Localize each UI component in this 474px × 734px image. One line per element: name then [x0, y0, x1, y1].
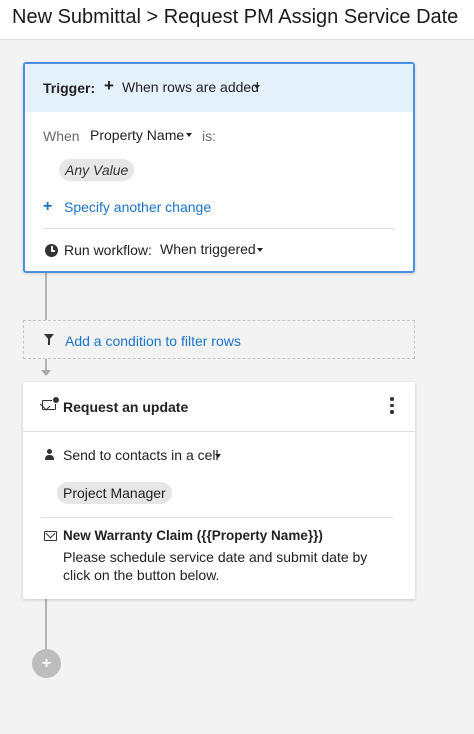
add-step-button[interactable]: +	[32, 649, 61, 678]
connector-arrow-icon	[41, 370, 51, 376]
run-workflow-label: Run workflow:	[64, 242, 152, 258]
action-card[interactable]: Request an update Send to contacts in a …	[23, 382, 415, 599]
filter-icon	[44, 334, 54, 345]
plus-icon: +	[104, 76, 114, 95]
field-dropdown[interactable]: Property Name	[90, 127, 184, 143]
divider	[43, 228, 395, 229]
divider	[41, 517, 393, 518]
chevron-down-icon[interactable]	[186, 133, 192, 137]
clock-icon	[45, 244, 58, 257]
chevron-down-icon[interactable]	[257, 248, 263, 252]
when-label: When	[43, 128, 80, 144]
kebab-menu-icon[interactable]	[390, 397, 394, 415]
trigger-event-dropdown[interactable]: When rows are added	[122, 79, 259, 95]
divider	[23, 431, 415, 432]
add-condition-box[interactable]: Add a condition to filter rows	[23, 320, 415, 359]
connector-line	[45, 599, 47, 649]
mail-icon	[44, 531, 57, 541]
add-condition-link[interactable]: Add a condition to filter rows	[65, 333, 241, 349]
send-to-dropdown[interactable]: Send to contacts in a cell	[63, 447, 219, 463]
chevron-down-icon[interactable]	[215, 454, 221, 458]
connector-line	[45, 273, 47, 320]
message-body[interactable]: Please schedule service date and submit …	[63, 548, 393, 584]
contact-chip[interactable]: Project Manager	[57, 482, 172, 504]
title-bar: New Submittal > Request PM Assign Servic…	[0, 0, 474, 40]
chevron-down-icon[interactable]	[254, 85, 260, 89]
trigger-label: Trigger:	[43, 80, 96, 96]
value-chip[interactable]: Any Value	[59, 159, 135, 181]
plus-icon[interactable]: +	[43, 198, 52, 216]
message-subject[interactable]: New Warranty Claim ({{Property Name}})	[63, 528, 323, 543]
trigger-header: Trigger: + When rows are added	[25, 64, 413, 112]
run-workflow-dropdown[interactable]: When triggered	[160, 241, 256, 257]
action-title: Request an update	[63, 399, 189, 415]
specify-another-change-link[interactable]: Specify another change	[64, 199, 211, 215]
request-update-badge-icon	[52, 396, 60, 404]
page-title: New Submittal > Request PM Assign Servic…	[12, 6, 459, 28]
trigger-card[interactable]: Trigger: + When rows are added When Prop…	[23, 62, 415, 273]
is-label: is:	[202, 128, 216, 144]
person-icon	[45, 449, 54, 461]
